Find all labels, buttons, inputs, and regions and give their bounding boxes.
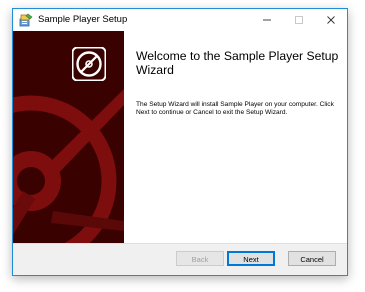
- installer-icon: [19, 13, 33, 27]
- disc-icon: [72, 47, 106, 81]
- close-button[interactable]: [315, 9, 347, 31]
- wizard-content: Welcome to the Sample Player Setup Wizar…: [124, 31, 347, 243]
- wizard-banner: [13, 31, 124, 243]
- back-button[interactable]: Back: [176, 251, 224, 266]
- setup-window: Sample Player Setup Welcome to the Sampl…: [12, 8, 348, 276]
- title-bar[interactable]: Sample Player Setup: [13, 9, 347, 31]
- banner-graphic: [13, 31, 124, 243]
- cancel-button[interactable]: Cancel: [288, 251, 336, 266]
- window-title: Sample Player Setup: [38, 14, 128, 25]
- next-button[interactable]: Next: [227, 251, 275, 266]
- minimize-button[interactable]: [251, 9, 283, 31]
- maximize-button[interactable]: [283, 9, 315, 31]
- close-icon: [327, 16, 335, 24]
- minimize-icon: [263, 19, 271, 21]
- welcome-description: The Setup Wizard will install Sample Pla…: [136, 101, 334, 117]
- welcome-heading: Welcome to the Sample Player Setup Wizar…: [136, 49, 339, 77]
- maximize-icon: [295, 16, 303, 24]
- button-bar: Back Next Cancel: [13, 243, 347, 275]
